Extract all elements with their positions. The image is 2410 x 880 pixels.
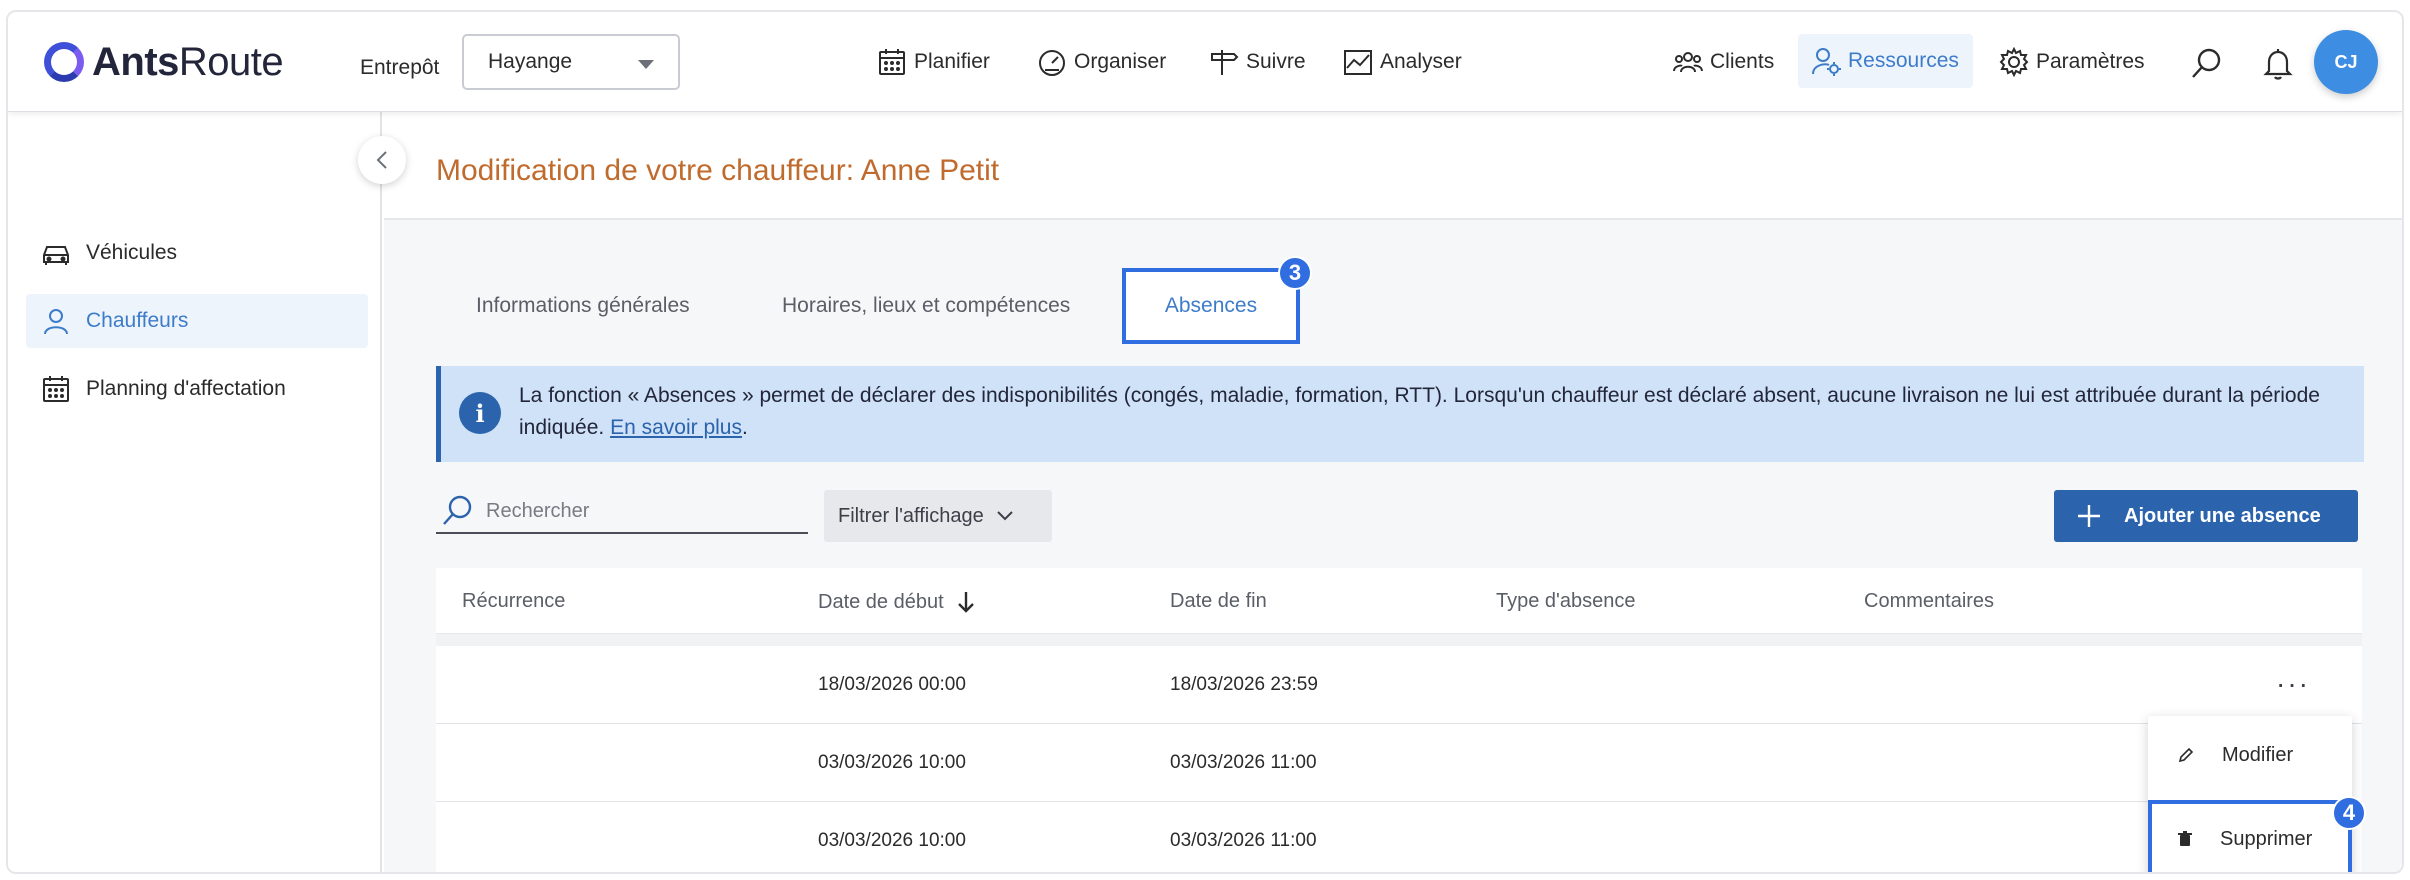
step-badge-4: 4 [2332,796,2366,830]
tab-absences[interactable]: Absences [1122,268,1300,344]
tab-informations-generales[interactable]: Informations générales [476,294,690,318]
table-header: Récurrence Date de début Date de fin Typ… [436,568,2362,634]
info-icon: i [459,392,501,434]
calendar-icon [879,49,905,75]
page-header: Modification de votre chauffeur: Anne Pe… [384,112,2402,220]
entrepot-value: Hayange [488,50,573,73]
filter-dropdown[interactable]: Filtrer l'affichage [824,490,1052,542]
cell-date-debut: 03/03/2026 10:00 [818,830,966,851]
notifications-button[interactable] [2258,44,2298,84]
entrepot-select[interactable]: Hayange [462,34,680,90]
search-icon [2192,48,2221,78]
nav-ressources[interactable]: Ressources [1798,34,1973,88]
person-icon [44,309,68,335]
menu-item-supprimer[interactable]: Supprimer [2148,800,2352,872]
info-banner: i La fonction « Absences » permet de déc… [436,366,2364,462]
main-content: Informations générales Horaires, lieux e… [384,220,2402,872]
table-row[interactable]: 03/03/2026 10:00 03/03/2026 11:00 [436,802,2362,872]
info-text: La fonction « Absences » permet de décla… [519,384,2320,439]
caret-down-icon [638,60,654,69]
column-date-fin[interactable]: Date de fin [1170,590,1267,613]
trash-icon [2178,831,2192,846]
pencil-icon [2178,747,2194,763]
cell-date-fin: 03/03/2026 11:00 [1170,830,1317,851]
sidebar-item-vehicules[interactable]: Véhicules [26,226,368,280]
column-recurrence[interactable]: Récurrence [462,590,565,613]
collapse-sidebar-button[interactable] [358,136,406,184]
bell-icon [2263,49,2293,80]
nav-analyser[interactable]: Analyser [1342,42,1462,82]
column-type-absence[interactable]: Type d'absence [1496,590,1635,613]
chevron-down-icon [997,511,1013,521]
page-title: Modification de votre chauffeur: Anne Pe… [436,154,1000,187]
search-input[interactable] [486,496,786,526]
table-row[interactable]: 18/03/2026 00:00 18/03/2026 23:59 ··· [436,646,2362,724]
logo-icon [44,42,84,82]
cell-date-fin: 03/03/2026 11:00 [1170,752,1317,773]
tab-horaires[interactable]: Horaires, lieux et compétences [782,294,1070,318]
arrow-down-icon [957,592,974,613]
nav-suivre[interactable]: Suivre [1208,42,1306,82]
plus-icon [2078,505,2100,527]
column-commentaires[interactable]: Commentaires [1864,590,1994,613]
cell-date-debut: 18/03/2026 00:00 [818,674,966,695]
car-icon [43,246,69,265]
users-icon [1673,52,1703,73]
nav-clients[interactable]: Clients [1672,42,1774,82]
calendar-icon [43,376,69,402]
row-actions-menu: Modifier Supprimer [2148,716,2352,872]
cell-date-fin: 18/03/2026 23:59 [1170,674,1318,695]
row-menu-icon[interactable]: ··· [2276,668,2310,700]
search-field[interactable] [436,488,808,534]
sidebar-item-planning[interactable]: Planning d'affectation [26,362,368,416]
search-icon [443,495,472,525]
cell-date-debut: 03/03/2026 10:00 [818,752,966,773]
antsroute-logo[interactable]: AntsRoute [44,32,284,92]
user-avatar[interactable]: CJ [2314,30,2378,94]
table-row[interactable]: 03/03/2026 10:00 03/03/2026 11:00 [436,724,2362,802]
gauge-icon [1039,50,1065,76]
resource-user-icon [1812,48,1841,76]
app-window: AntsRoute Entrepôt Hayange Planifier Org… [6,10,2404,874]
signpost-icon [1211,50,1239,75]
nav-parametres[interactable]: Paramètres [1998,42,2145,82]
learn-more-link[interactable]: En savoir plus [610,416,742,439]
absences-table: Récurrence Date de début Date de fin Typ… [436,568,2362,872]
nav-planifier[interactable]: Planifier [876,42,990,82]
add-absence-button[interactable]: Ajouter une absence [2054,490,2358,542]
column-date-debut[interactable]: Date de début [818,590,976,614]
entrepot-label: Entrepôt [360,56,440,79]
step-badge-3: 3 [1278,256,1312,290]
nav-organiser[interactable]: Organiser [1036,42,1166,82]
sidebar-item-chauffeurs[interactable]: Chauffeurs [26,294,368,348]
sidebar: Véhicules Chauffeurs Planning d'affectat… [8,112,382,872]
chevron-left-icon [376,151,387,169]
menu-item-modifier[interactable]: Modifier [2148,716,2352,794]
gear-icon [1999,46,2029,78]
top-bar: AntsRoute Entrepôt Hayange Planifier Org… [8,12,2402,112]
chart-icon [1344,50,1372,75]
search-button[interactable] [2186,44,2226,84]
